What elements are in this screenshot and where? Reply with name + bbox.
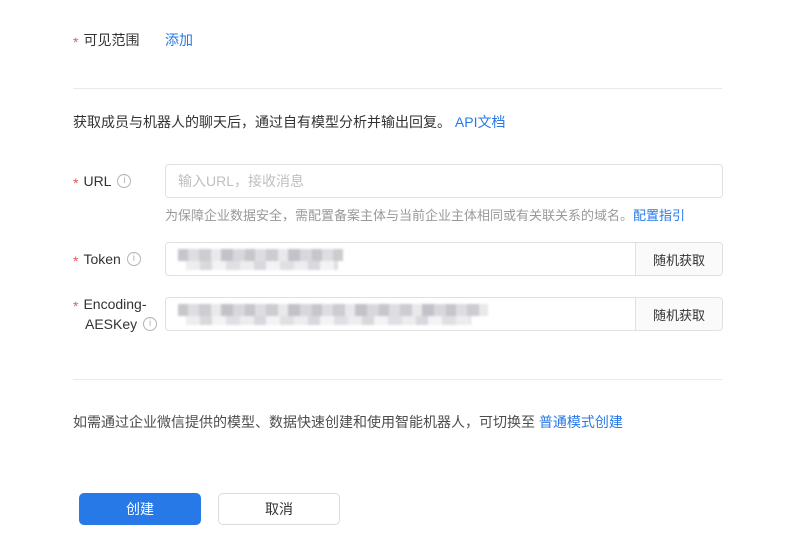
token-redacted-value (178, 248, 343, 270)
token-random-button[interactable]: 随机获取 (635, 242, 723, 276)
intro-text: 获取成员与机器人的聊天后，通过自有模型分析并输出回复。 (73, 114, 451, 130)
aeskey-input-group: 随机获取 (165, 297, 723, 331)
url-info-icon[interactable] (117, 174, 132, 188)
required-asterisk: * (73, 34, 79, 50)
visible-range-label-text: 可见范围 (83, 32, 140, 48)
intro-line: 获取成员与机器人的聊天后，通过自有模型分析并输出回复。 API文档 (73, 112, 811, 132)
required-asterisk: * (73, 298, 79, 314)
bot-config-form: * 可见范围 添加 获取成员与机器人的聊天后，通过自有模型分析并输出回复。 AP… (0, 0, 811, 525)
token-input-group: 随机获取 (165, 242, 723, 276)
aeskey-row: * Encoding- AESKey 随机获取 (73, 294, 811, 334)
aeskey-random-button[interactable]: 随机获取 (635, 297, 723, 331)
url-label-text: URL (83, 173, 112, 189)
token-info-icon[interactable] (126, 252, 141, 266)
token-input[interactable] (165, 242, 636, 276)
token-label-text: Token (83, 251, 121, 267)
visible-range-row: * 可见范围 添加 (73, 30, 811, 50)
token-label: * Token (73, 251, 165, 269)
url-row: * URL (73, 164, 811, 198)
create-button[interactable]: 创建 (79, 493, 201, 525)
form-actions: 创建 取消 (73, 493, 811, 525)
url-help-text: 为保障企业数据安全，需配置备案主体与当前企业主体相同或有关联关系的域名。 (165, 208, 634, 223)
normal-mode-link[interactable]: 普通模式创建 (539, 414, 623, 430)
divider (73, 88, 722, 89)
url-helper-line: 为保障企业数据安全，需配置备案主体与当前企业主体相同或有关联关系的域名。配置指引 (165, 207, 811, 225)
visible-range-label: * 可见范围 (73, 30, 165, 50)
aeskey-label-line2: AESKey (85, 316, 138, 332)
cancel-button[interactable]: 取消 (218, 493, 340, 525)
switch-note-text: 如需通过企业微信提供的模型、数据快速创建和使用智能机器人，可切换至 (73, 414, 539, 430)
aeskey-label-line1: Encoding- (83, 296, 147, 312)
url-input[interactable] (165, 164, 723, 198)
switch-note-line: 如需通过企业微信提供的模型、数据快速创建和使用智能机器人，可切换至 普通模式创建 (73, 412, 811, 432)
aeskey-info-icon[interactable] (143, 317, 158, 331)
divider (73, 379, 722, 380)
aeskey-label: * Encoding- AESKey (73, 294, 165, 334)
token-row: * Token 随机获取 (73, 242, 811, 276)
required-asterisk: * (73, 253, 79, 269)
required-asterisk: * (73, 175, 79, 191)
url-label: * URL (73, 173, 165, 191)
aeskey-redacted-value (178, 303, 488, 325)
add-link[interactable]: 添加 (165, 30, 193, 50)
aeskey-input[interactable] (165, 297, 636, 331)
config-guide-link[interactable]: 配置指引 (633, 208, 685, 223)
api-doc-link[interactable]: API文档 (455, 114, 506, 130)
